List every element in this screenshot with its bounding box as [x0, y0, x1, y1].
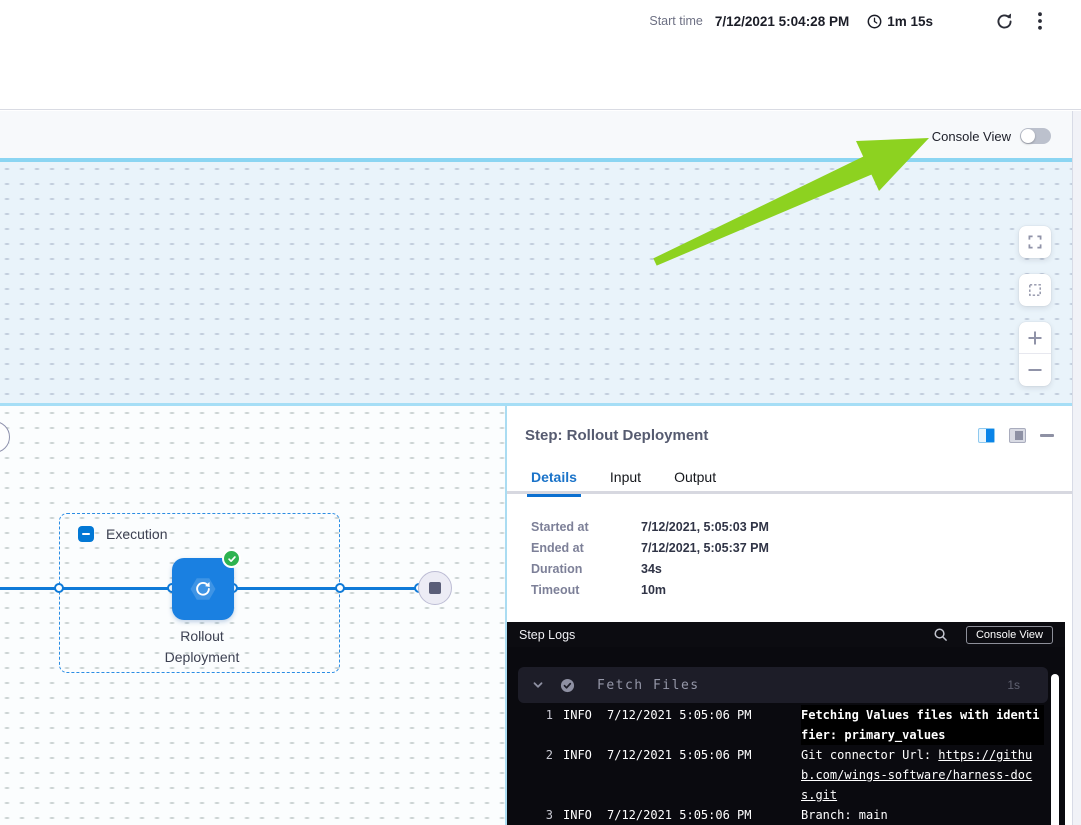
logs-console-view-button[interactable]: Console View: [966, 626, 1053, 644]
step-logs-title: Step Logs: [519, 628, 575, 642]
console-view-label: Console View: [932, 129, 1011, 144]
log-line: 2 INFO 7/12/2021 5:05:06 PM Git connecto…: [507, 745, 1052, 805]
search-logs-icon[interactable]: [933, 627, 948, 642]
zoom-out-button[interactable]: [1019, 354, 1051, 386]
log-line: 3 INFO 7/12/2021 5:05:06 PM Branch: main: [507, 805, 1052, 825]
toggle-knob: [1021, 129, 1035, 143]
stop-icon: [429, 582, 441, 594]
zoom-in-button[interactable]: [1019, 322, 1051, 354]
minimize-panel-button[interactable]: [1040, 434, 1054, 437]
refresh-button[interactable]: [991, 8, 1017, 34]
full-view-icon[interactable]: [1009, 428, 1026, 443]
connector-dot: [335, 583, 345, 593]
chevron-down-icon[interactable]: [532, 679, 544, 691]
step-logs-header: Step Logs Console View: [507, 622, 1065, 647]
log-section-title: Fetch Files: [597, 678, 700, 693]
log-lines: 1 INFO 7/12/2021 5:05:06 PM Fetching Val…: [507, 705, 1052, 825]
page-scrollbar-track[interactable]: [1072, 111, 1081, 825]
section-success-icon: [560, 678, 575, 693]
log-section-fetch-files[interactable]: Fetch Files 1s: [518, 667, 1048, 703]
clock-icon: [867, 14, 882, 29]
detail-row-ended: Ended at 7/12/2021, 5:05:37 PM: [531, 541, 769, 555]
fullscreen-button[interactable]: [1019, 226, 1051, 258]
start-time-label: Start time: [649, 14, 703, 28]
log-line: 1 INFO 7/12/2021 5:05:06 PM Fetching Val…: [507, 705, 1052, 745]
start-time-value: 7/12/2021 5:04:28 PM: [715, 14, 849, 29]
pipeline-execution-page: Start time 7/12/2021 5:04:28 PM 1m 15s C…: [0, 0, 1081, 825]
detail-row-started: Started at 7/12/2021, 5:05:03 PM: [531, 520, 769, 534]
log-section-duration: 1s: [1007, 678, 1020, 692]
rollout-icon: [181, 567, 225, 611]
execution-group-label: Execution: [106, 526, 167, 542]
detail-row-duration: Duration 34s: [531, 562, 769, 576]
step-node-label: Rollout Deployment: [117, 626, 287, 668]
top-header: Start time 7/12/2021 5:04:28 PM 1m 15s: [0, 0, 1081, 110]
zoom-controls: [1019, 322, 1051, 386]
pipeline-graph-canvas[interactable]: [0, 162, 1072, 403]
tabs-divider: [507, 491, 1072, 494]
more-options-button[interactable]: [1027, 8, 1053, 34]
console-view-toggle[interactable]: [1020, 128, 1051, 144]
execution-group-header: Execution: [78, 526, 167, 542]
elapsed-duration: 1m 15s: [867, 14, 933, 29]
step-logs-body: Fetch Files 1s 1 INFO 7/12/2021 5:05:06 …: [507, 647, 1065, 825]
logs-scrollbar[interactable]: [1051, 674, 1059, 825]
success-badge-icon: [222, 549, 241, 568]
step-details-list: Started at 7/12/2021, 5:05:03 PM Ended a…: [531, 520, 769, 604]
split-view-icon[interactable]: [978, 428, 995, 443]
view-toolbar: Console View: [0, 111, 1081, 158]
execution-meta: Start time 7/12/2021 5:04:28 PM 1m 15s: [649, 10, 1053, 32]
pipeline-end-node[interactable]: [418, 571, 452, 605]
step-details-panel: Step: Rollout Deployment Details Input O…: [507, 406, 1072, 825]
detail-row-timeout: Timeout 10m: [531, 583, 769, 597]
connector-dot: [54, 583, 64, 593]
rollout-deployment-step-node[interactable]: [172, 558, 234, 620]
fit-to-view-button[interactable]: [1019, 274, 1051, 306]
collapse-group-button[interactable]: [78, 526, 94, 542]
step-panel-title: Step: Rollout Deployment: [525, 427, 708, 444]
